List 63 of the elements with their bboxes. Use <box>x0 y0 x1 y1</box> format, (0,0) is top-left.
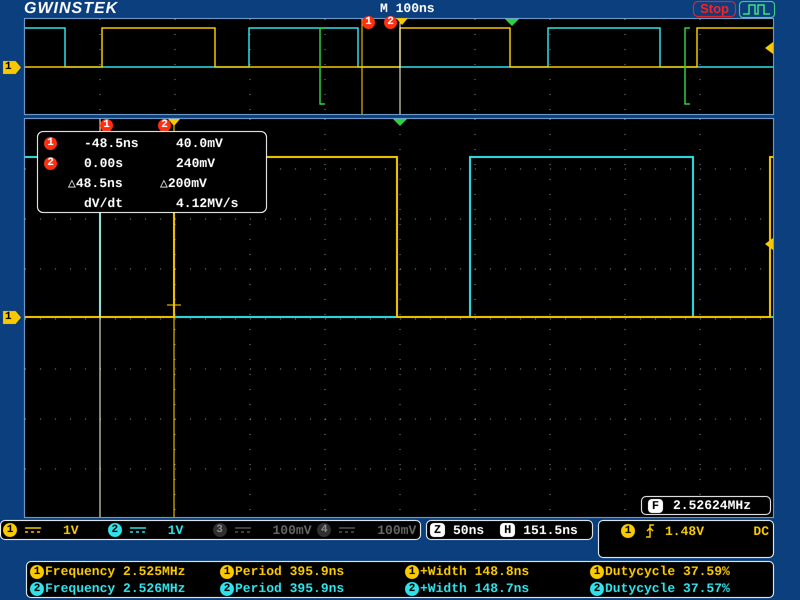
rising-edge-icon <box>645 524 655 538</box>
cursor-label: 2 <box>384 16 397 29</box>
trigger-level-icon <box>765 42 773 54</box>
cursor-time: dV/dt <box>83 196 124 210</box>
channel-number: 2 <box>30 582 44 596</box>
measurement-value: Dutycycle 37.57% <box>605 581 730 596</box>
trigger-marker-icon <box>168 119 180 126</box>
counter-value: 2.52624MHz <box>673 498 752 513</box>
channel-number: 1 <box>220 564 234 578</box>
channel-number: 2 <box>405 582 419 596</box>
cursor-time: △48.5ns <box>68 176 124 190</box>
trigger-level-icon <box>765 238 773 250</box>
trigger-marker-icon <box>396 18 410 26</box>
cursor-marker: 1 <box>44 136 57 150</box>
cursor-label: 1 <box>362 16 375 29</box>
zoom-scale: 50ns <box>453 522 484 538</box>
zoom-icon: Z <box>430 523 445 537</box>
cursor-time: -48.5ns <box>83 136 140 150</box>
channel-number: 2 <box>220 582 234 596</box>
channel-number: 1 <box>30 564 44 578</box>
dc-coupling-icon <box>339 526 356 534</box>
measurement-value: Period 395.9ns <box>235 581 344 596</box>
trigger-level: 1.48V <box>665 524 704 539</box>
trigger-position-icon <box>505 19 519 26</box>
channel-number: 1 <box>405 564 419 578</box>
measurement-value: +Width 148.7ns <box>420 581 530 596</box>
cursor-value: △200mV <box>160 176 208 190</box>
measurement-value: Dutycycle 37.59% <box>605 564 730 579</box>
acquire-mode-icon <box>739 0 775 18</box>
brand-logo: GWINSTEK <box>24 0 118 18</box>
cursor-value: 240mV <box>175 156 216 170</box>
channel-number[interactable]: 3 <box>212 523 226 537</box>
crosshair-icon <box>166 298 182 312</box>
trigger-coupling: DC <box>753 524 769 539</box>
measurement-value: +Width 148.8ns <box>420 564 530 579</box>
cursor-value: 4.12MV/s <box>175 196 240 210</box>
position-icon: H <box>500 523 516 537</box>
channel-marker: 1 <box>3 311 21 324</box>
channel-number: 1 <box>590 564 604 578</box>
measurement-value: Period 395.9ns <box>235 564 344 579</box>
dc-coupling-icon <box>130 526 146 534</box>
counter-icon: F <box>648 498 663 512</box>
trigger-position-icon <box>393 119 407 126</box>
channel-scale: 100mV <box>377 522 416 538</box>
channel-scale: 1V <box>168 522 184 538</box>
timebase-readout: M 100ns <box>380 1 435 16</box>
channel-number[interactable]: 1 <box>3 523 17 537</box>
dc-coupling-icon <box>25 526 41 534</box>
measurement-value: Frequency 2.526MHz <box>45 581 186 596</box>
channel-number[interactable]: 4 <box>317 523 332 537</box>
trigger-source: 1 <box>621 524 635 538</box>
horizontal-position: 151.5ns <box>523 522 578 538</box>
channel-marker: 1 <box>3 61 21 74</box>
cursor-marker: 2 <box>44 156 57 170</box>
channel-scale: 100mV <box>272 522 312 538</box>
channel-number: 2 <box>590 582 604 596</box>
cursor-value: 40.0mV <box>175 136 224 150</box>
run-stop-indicator[interactable]: Stop <box>693 1 736 17</box>
channel-scale: 1V <box>63 522 79 538</box>
dc-coupling-icon <box>234 526 250 534</box>
measurement-value: Frequency 2.525MHz <box>45 564 186 579</box>
channel-number[interactable]: 2 <box>108 523 122 537</box>
cursor-time: 0.00s <box>83 156 124 170</box>
